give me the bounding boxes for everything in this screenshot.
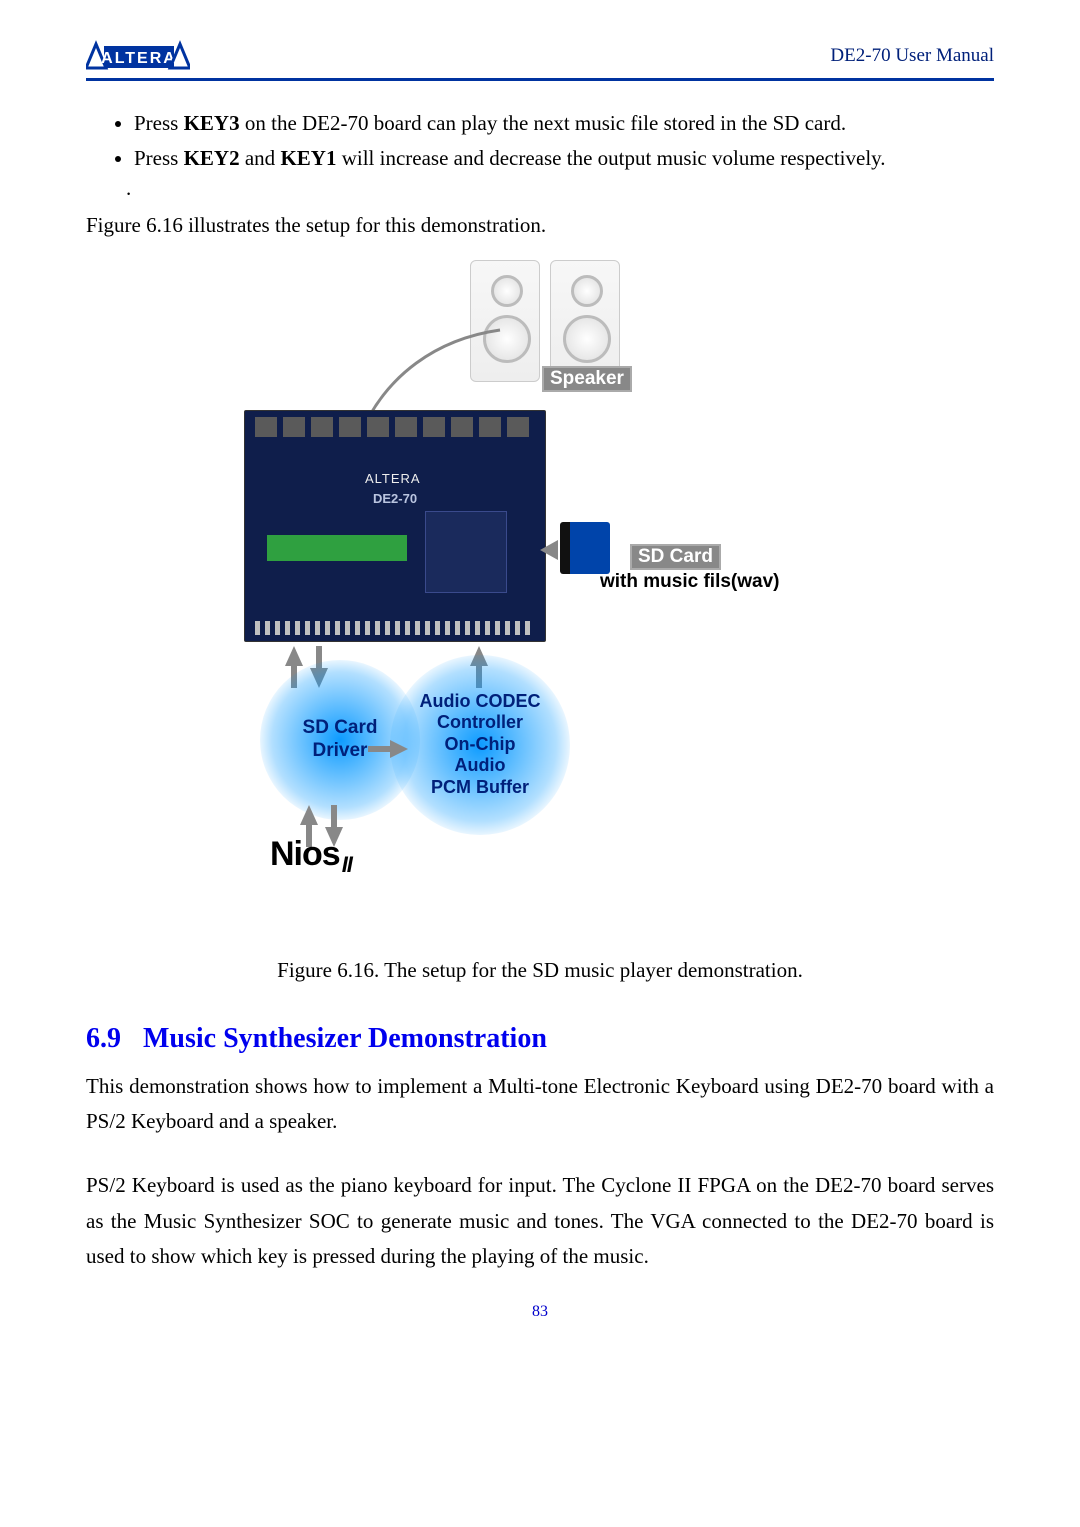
page-number: 83: [86, 1303, 994, 1321]
figure-intro: Figure 6.16 illustrates the setup for th…: [86, 209, 994, 242]
bullet-list: Press KEY3 on the DE2-70 board can play …: [114, 107, 994, 174]
altera-logo: ALTERA: [86, 40, 190, 72]
stray-period: .: [126, 176, 994, 201]
label-speaker: Speaker: [542, 366, 632, 392]
paragraph-1: This demonstration shows how to implemen…: [86, 1069, 994, 1140]
speaker-cable: [350, 280, 510, 420]
up-arrow-icon: [285, 646, 303, 666]
section-title: Music Synthesizer Demonstration: [143, 1023, 547, 1054]
logo-text: ALTERA: [101, 50, 177, 67]
section-heading: 6.9 Music Synthesizer Demonstration: [86, 1023, 994, 1055]
bullet-2: Press KEY2 and KEY1 will increase and de…: [134, 142, 994, 175]
label-sdcard: SD Card: [630, 544, 721, 570]
label-sdcard-sub: with music fils(wav): [600, 571, 779, 593]
right-arrow-icon: [390, 740, 408, 758]
sd-arrow-icon: [540, 540, 558, 560]
up-arrow-icon: [300, 805, 318, 825]
header-rule: [86, 78, 994, 81]
de2-70-board: ALTERA DE2-70: [244, 410, 546, 642]
sd-card-image: [560, 522, 610, 574]
page-header: ALTERA DE2-70 User Manual: [86, 40, 994, 72]
audio-controller-block: Audio CODEC Controller On-Chip Audio PCM…: [390, 655, 570, 835]
section-number: 6.9: [86, 1023, 121, 1054]
paragraph-2: PS/2 Keyboard is used as the piano keybo…: [86, 1168, 994, 1275]
nios-ii-logo: NiosII: [270, 835, 352, 879]
figure-6-16: Speaker ALTERA DE2-70 SD Card with music…: [230, 260, 850, 950]
board-brand: ALTERA: [365, 471, 421, 486]
bullet-1: Press KEY3 on the DE2-70 board can play …: [134, 107, 994, 140]
board-model: DE2-70: [373, 491, 417, 506]
manual-title: DE2-70 User Manual: [830, 45, 994, 67]
figure-caption: Figure 6.16. The setup for the SD music …: [86, 958, 994, 983]
